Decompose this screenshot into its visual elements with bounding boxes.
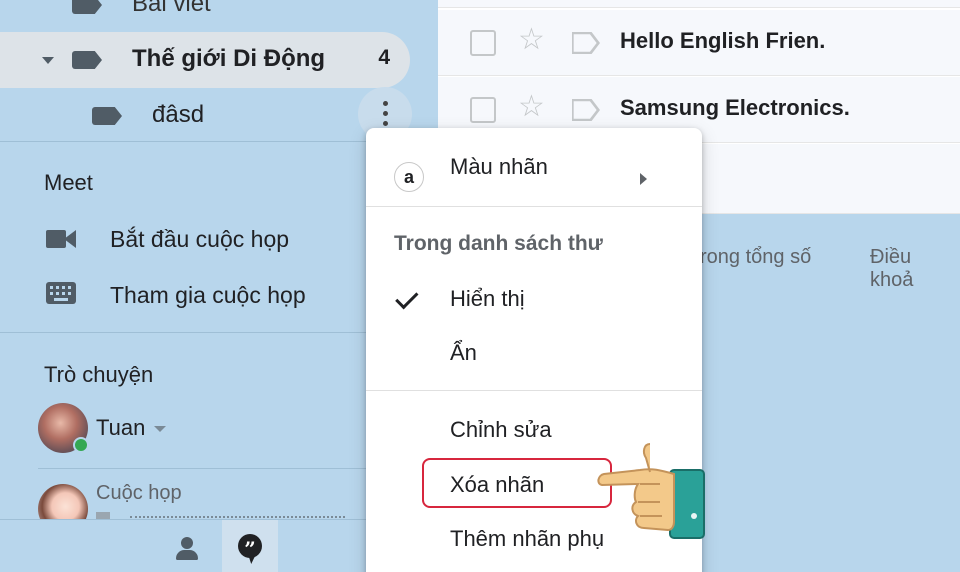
menu-section-header: Trong danh sách thư	[394, 232, 603, 255]
status-dropdown-icon[interactable]	[154, 426, 166, 432]
checkmark-icon	[396, 286, 424, 312]
menu-item-text: Màu nhãn	[450, 154, 548, 179]
star-icon[interactable]: ☆	[518, 89, 545, 124]
meet-item-label: Bắt đầu cuộc họp	[110, 226, 290, 252]
label-name: Thế giới Di Động	[132, 45, 326, 72]
menu-item-text: Chỉnh sửa	[450, 417, 552, 442]
menu-item-text: Thêm nhãn phụ	[450, 526, 605, 551]
meet-item-label: Tham gia cuộc họp	[110, 282, 306, 308]
label-icon	[72, 0, 102, 14]
terms-link[interactable]: Điều khoả	[870, 246, 960, 292]
star-icon[interactable]: ☆	[518, 22, 545, 57]
mail-row[interactable]: ☆ Hello English Frien.	[438, 10, 960, 76]
chat-section-title: Trò chuyện	[44, 362, 154, 387]
label-color-badge: a	[394, 162, 424, 192]
unread-count: 4	[378, 46, 390, 69]
sidebar-label-the-gioi-di-dong[interactable]: Thế giới Di Động 4	[0, 32, 410, 88]
meet-section-title: Meet	[44, 170, 93, 195]
chat-user-name[interactable]: Tuan	[96, 415, 145, 441]
label-name: đâsd	[152, 101, 205, 128]
contacts-person-icon[interactable]	[174, 537, 200, 561]
menu-separator	[366, 390, 702, 391]
menu-separator	[366, 206, 702, 207]
storage-usage-text: rong tổng số	[700, 246, 812, 268]
label-icon	[92, 107, 122, 125]
online-status-indicator	[73, 437, 89, 453]
video-camera-icon	[46, 228, 78, 250]
mail-sender: Samsung Electronics.	[620, 95, 850, 120]
mail-sender: Hello English Frien.	[620, 28, 826, 53]
menu-item-text: Ẩn	[450, 340, 477, 365]
label-icon	[72, 51, 102, 69]
collapse-caret-icon[interactable]	[42, 57, 54, 64]
mail-row-partial	[438, 0, 960, 8]
important-marker-icon[interactable]	[572, 32, 600, 54]
sidebar-label-bai-viet[interactable]: Bài viết	[0, 0, 438, 34]
select-checkbox[interactable]	[470, 30, 496, 56]
conversation-title[interactable]: Cuộc họp	[96, 482, 182, 505]
submenu-arrow-icon	[640, 173, 647, 185]
select-checkbox[interactable]	[470, 97, 496, 123]
highlight-box	[422, 458, 612, 508]
label-name: Bài viết	[132, 0, 211, 17]
menu-item-label-color[interactable]: a Màu nhãn	[366, 140, 702, 192]
hangouts-tab[interactable]: ”	[222, 520, 278, 572]
menu-item-text: Hiển thị	[450, 286, 525, 311]
pointing-hand-icon	[597, 443, 705, 539]
menu-item-hide[interactable]: Ẩn	[366, 326, 702, 378]
divider	[38, 468, 368, 469]
important-marker-icon[interactable]	[572, 99, 600, 121]
menu-item-show[interactable]: Hiển thị	[366, 272, 702, 324]
keyboard-icon	[46, 282, 78, 306]
